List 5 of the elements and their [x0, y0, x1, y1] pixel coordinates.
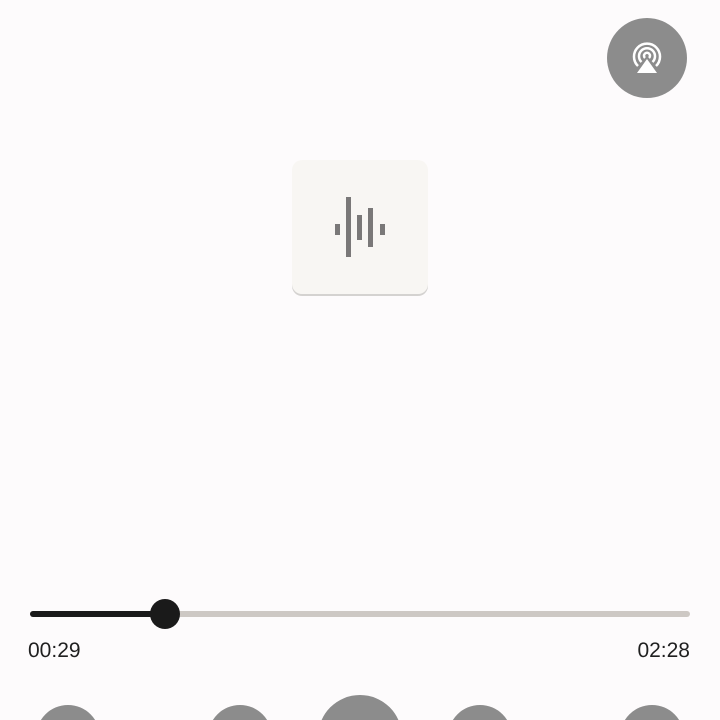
slider-thumb[interactable] — [150, 599, 180, 629]
progress-slider[interactable] — [30, 611, 690, 617]
total-duration: 02:28 — [637, 639, 690, 663]
waveform-icon — [335, 197, 385, 257]
elapsed-time: 00:29 — [28, 639, 81, 663]
